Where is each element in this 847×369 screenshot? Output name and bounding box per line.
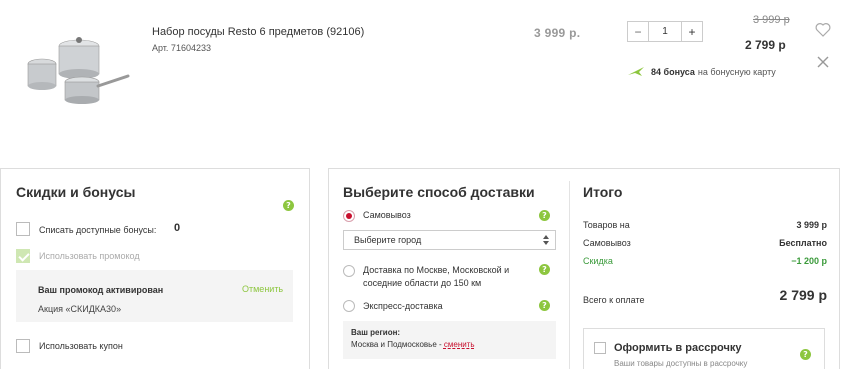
bonus-amount: 84 бонуса [651,66,695,77]
total-label: Всего к оплате [583,295,645,305]
use-promo-checkbox[interactable] [16,249,30,263]
product-title[interactable]: Набор посуды Resto 6 предметов (92106) [152,26,364,38]
summary-row-delivery: Самовывоз Бесплатно [583,238,827,248]
discounts-title: Скидки и бонусы [16,184,136,200]
increase-quantity-button[interactable]: + [681,22,702,41]
option-moscow-label: Доставка по Москве, Московской и соседни… [363,265,510,288]
region-value-line: Москва и Подмосковье - сменить [351,340,548,349]
help-icon[interactable]: ? [539,210,550,221]
radio-pickup[interactable] [343,210,355,222]
radio-moscow-delivery[interactable] [343,265,355,277]
region-box: Ваш регион: Москва и Подмосковье - смени… [343,321,556,359]
summary-row-value: −1 200 р [791,256,827,266]
promo-activated-text: Ваш промокод активирован [38,285,164,295]
product-sku: Арт. 71604233 [152,43,211,53]
option-pickup-label: Самовывоз [363,210,411,220]
final-price: 2 799 р [745,38,786,52]
help-icon[interactable]: ? [800,349,811,360]
unit-price: 3 999 р. [534,26,581,40]
summary-row-label: Самовывоз [583,238,631,248]
region-value: Москва и Подмосковье [351,340,437,349]
region-separator: - [436,340,444,349]
quantity-stepper: − 1 + [627,21,703,42]
use-bonuses-checkbox[interactable] [16,222,30,236]
installment-checkbox[interactable] [594,342,606,354]
option-express-label: Экспресс-доставка [363,301,443,311]
bonus-plane-icon [628,67,644,76]
region-title: Ваш регион: [351,328,401,337]
decrease-quantity-button[interactable]: − [628,22,649,41]
use-bonuses-label: Списать доступные бонусы: [39,225,157,235]
delivery-panel: Выберите способ доставки ? Самовывоз Выб… [328,168,840,369]
help-icon[interactable]: ? [283,200,294,211]
summary-row-goods: Товаров на 3 999 р [583,220,827,230]
quantity-input[interactable]: 1 [649,22,681,41]
select-arrows-icon [543,235,549,245]
bonus-text: на бонусную карту [697,66,776,77]
installment-subtitle: Ваши товары доступны в рассрочку [614,359,748,368]
promo-cancel-link[interactable]: Отменить [242,284,283,294]
summary-row-label: Скидка [583,256,613,266]
total-value: 2 799 р [779,287,827,303]
help-icon[interactable]: ? [539,264,550,275]
cart-item-row: Набор посуды Resto 6 предметов (92106) А… [0,0,847,140]
summary-row-value: 3 999 р [796,220,827,230]
promo-box: Ваш промокод активирован Отменить Акция … [16,270,293,322]
divider [569,181,570,369]
promo-code: Акция «СКИДКА30» [38,304,122,314]
radio-express[interactable] [343,300,355,312]
city-select[interactable]: Выберите город [343,230,556,250]
delivery-title: Выберите способ доставки [343,184,535,200]
summary-row-value: Бесплатно [779,238,827,248]
summary-row-discount: Скидка −1 200 р [583,256,827,266]
bonuses-available: 0 [174,222,181,234]
installment-box: Оформить в рассрочку Ваши товары доступн… [583,328,825,369]
discounts-panel: Скидки и бонусы ? Списать доступные бону… [0,168,310,369]
bonus-info: 84 бонуса на бонусную карту [627,66,776,77]
old-price: 3 999 р [753,14,790,26]
region-change-link[interactable]: сменить [444,340,475,349]
summary-row-label: Товаров на [583,220,630,230]
summary-total: Всего к оплате 2 799 р [583,287,827,305]
city-select-value: Выберите город [354,235,422,245]
summary-title: Итого [583,184,623,200]
help-icon[interactable]: ? [539,300,550,311]
use-coupon-label: Использовать купон [39,341,123,351]
close-icon[interactable] [817,56,829,68]
use-promo-label: Использовать промокод [39,251,140,261]
use-coupon-checkbox[interactable] [16,339,30,353]
installment-title[interactable]: Оформить в рассрочку [614,342,742,354]
product-image[interactable] [22,34,134,106]
heart-icon[interactable] [815,22,831,37]
